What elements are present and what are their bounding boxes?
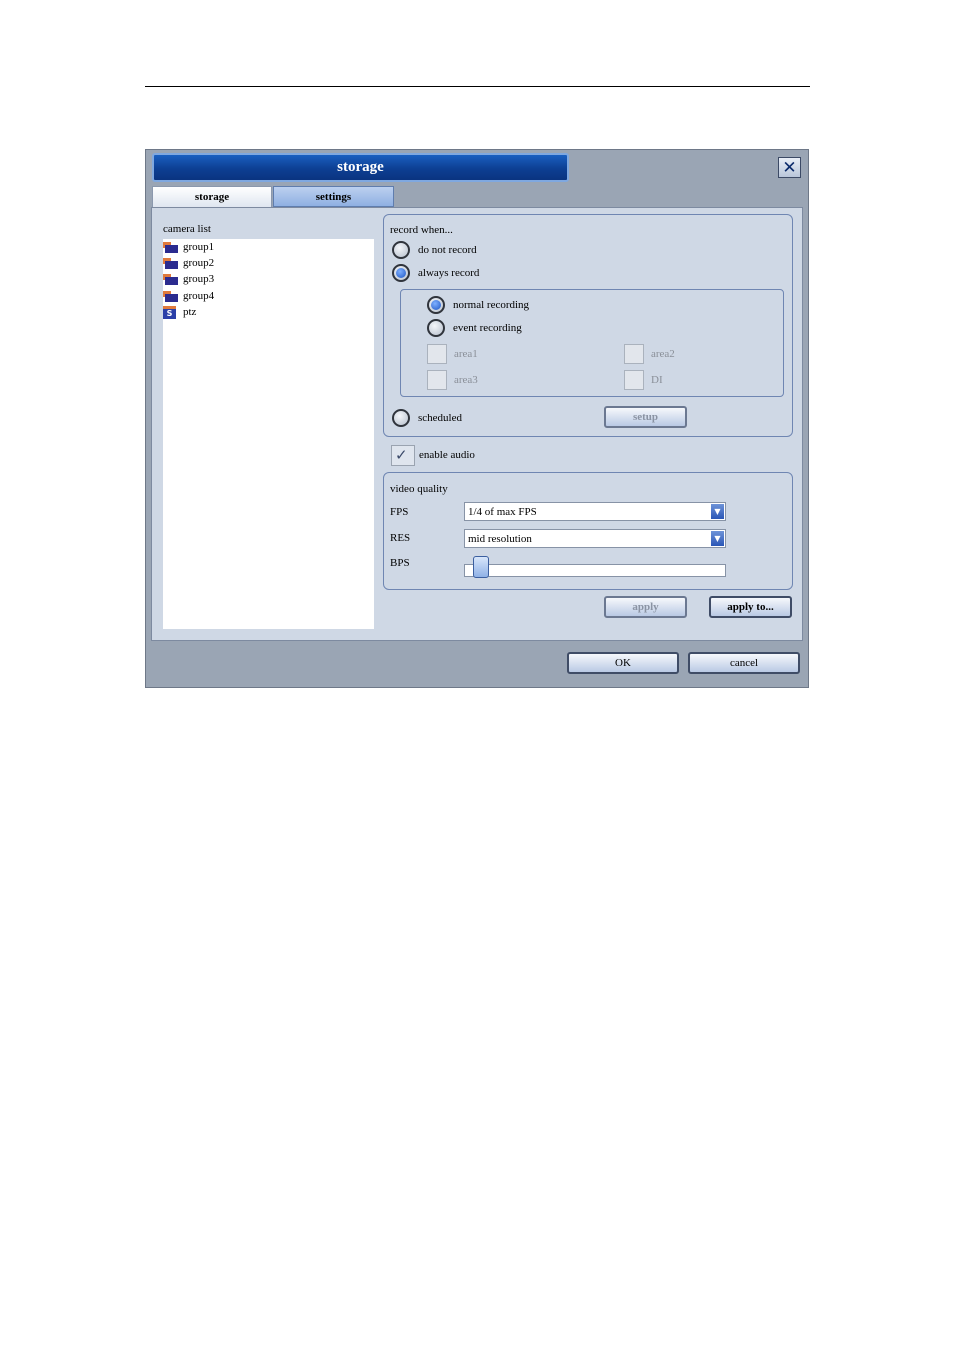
tab-settings[interactable]: settings: [273, 186, 394, 207]
camera-group-icon: [163, 257, 178, 269]
list-item-label: group2: [183, 257, 215, 269]
dialog-title: storage: [152, 153, 569, 182]
area2-checkbox[interactable]: [624, 344, 644, 364]
video-quality-label: video quality: [390, 483, 448, 495]
checkmark-icon: ✓: [395, 446, 408, 464]
cancel-button[interactable]: cancel: [688, 652, 800, 674]
ptz-camera-icon: S: [163, 305, 176, 319]
apply-to-button[interactable]: apply to...: [709, 596, 792, 618]
camera-list[interactable]: group1 group2 group3 group4 S ptz: [163, 239, 374, 629]
camera-group-icon: [163, 241, 178, 253]
video-quality-group: video quality FPS 1/4 of max FPS ▼ RES m…: [383, 472, 793, 590]
enable-audio-label: enable audio: [419, 449, 475, 461]
list-item[interactable]: group1: [163, 239, 214, 255]
list-item[interactable]: group2: [163, 255, 214, 271]
area3-label: area3: [454, 374, 478, 386]
page-header-rule: [145, 86, 810, 87]
do-not-record-label: do not record: [418, 244, 477, 256]
list-item[interactable]: S ptz: [163, 304, 196, 320]
always-record-radio[interactable]: [392, 264, 410, 282]
di-label: DI: [651, 374, 663, 386]
res-label: RES: [390, 532, 411, 544]
ok-button[interactable]: OK: [567, 652, 679, 674]
res-select[interactable]: mid resolution ▼: [464, 529, 726, 548]
area2-label: area2: [651, 348, 675, 360]
camera-group-icon: [163, 290, 178, 302]
bps-slider[interactable]: [464, 556, 726, 578]
res-select-value: mid resolution: [468, 532, 532, 545]
list-item-label: ptz: [183, 306, 197, 318]
record-when-group: record when... do not record always reco…: [383, 214, 793, 437]
fps-select-value: 1/4 of max FPS: [468, 505, 537, 518]
chevron-down-icon[interactable]: ▼: [711, 531, 724, 546]
camera-list-label: camera list: [163, 223, 211, 235]
apply-button[interactable]: apply: [604, 596, 687, 618]
event-recording-label: event recording: [453, 322, 522, 334]
event-recording-radio[interactable]: [427, 319, 445, 337]
always-record-label: always record: [418, 267, 480, 279]
setup-button[interactable]: setup: [604, 406, 687, 428]
close-icon[interactable]: ✕: [778, 157, 801, 178]
area3-checkbox[interactable]: [427, 370, 447, 390]
always-record-options-group: normal recording event recording area1 a…: [400, 289, 784, 397]
normal-recording-label: normal recording: [453, 299, 530, 311]
tab-storage[interactable]: storage: [152, 186, 272, 207]
di-checkbox[interactable]: [624, 370, 644, 390]
chevron-down-icon[interactable]: ▼: [711, 504, 724, 519]
do-not-record-radio[interactable]: [392, 241, 410, 259]
list-item-label: group4: [183, 290, 215, 302]
fps-select[interactable]: 1/4 of max FPS ▼: [464, 502, 726, 521]
list-item[interactable]: group4: [163, 288, 214, 304]
normal-recording-radio[interactable]: [427, 296, 445, 314]
storage-panel: camera list group1 group2 group3 group4 …: [151, 207, 803, 641]
record-when-label: record when...: [390, 224, 453, 236]
list-item-label: group3: [183, 273, 215, 285]
enable-audio-checkbox[interactable]: ✓: [391, 445, 415, 466]
camera-group-icon: [163, 273, 178, 285]
bps-slider-thumb[interactable]: [473, 556, 489, 578]
fps-label: FPS: [390, 506, 409, 518]
list-item-label: group1: [183, 241, 215, 253]
scheduled-label: scheduled: [418, 412, 462, 424]
area1-checkbox[interactable]: [427, 344, 447, 364]
list-item[interactable]: group3: [163, 271, 214, 287]
scheduled-radio[interactable]: [392, 409, 410, 427]
storage-dialog: storage ✕ storage settings camera list g…: [145, 149, 809, 688]
area1-label: area1: [454, 348, 478, 360]
bps-label: BPS: [390, 557, 410, 569]
